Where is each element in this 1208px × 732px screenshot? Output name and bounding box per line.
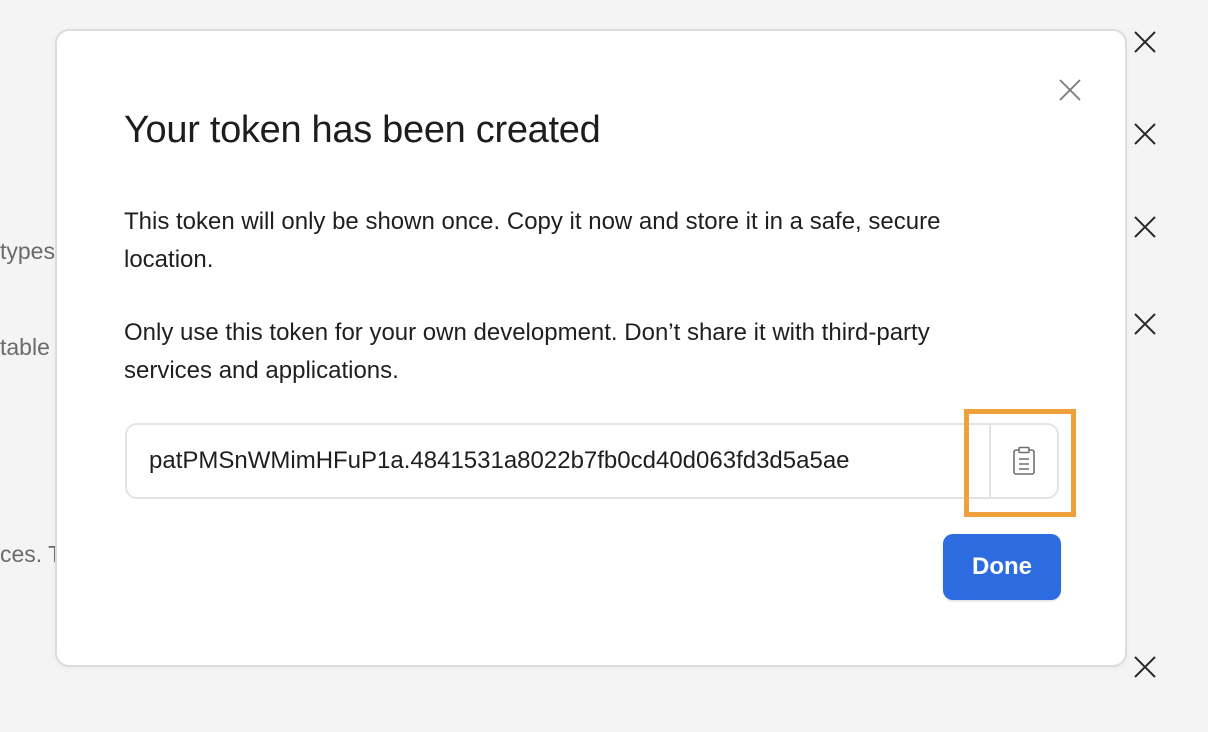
done-button[interactable]: Done	[943, 534, 1061, 600]
dialog-warning-text: This token will only be shown once. Copy…	[124, 208, 941, 273]
background-close-icon[interactable]	[1132, 214, 1158, 240]
copy-token-button[interactable]	[991, 425, 1057, 497]
background-close-icon[interactable]	[1132, 121, 1158, 147]
background-text-table: table	[0, 334, 50, 360]
background-text-types: types	[0, 238, 55, 264]
background-close-icon[interactable]	[1132, 311, 1158, 337]
background-text-ces: ces. T	[0, 541, 60, 567]
clipboard-icon	[1012, 446, 1036, 476]
background-close-icon[interactable]	[1132, 29, 1158, 55]
page: types table ces. T Your token has been c…	[0, 0, 1208, 732]
token-created-dialog: Your token has been created This token w…	[55, 29, 1127, 667]
background-close-icon[interactable]	[1132, 654, 1158, 680]
token-field	[125, 423, 1059, 499]
dialog-usage-text: Only use this token for your own develop…	[124, 319, 930, 384]
token-input[interactable]	[127, 425, 989, 497]
dialog-title: Your token has been created	[124, 109, 601, 151]
close-icon[interactable]	[1058, 78, 1082, 102]
